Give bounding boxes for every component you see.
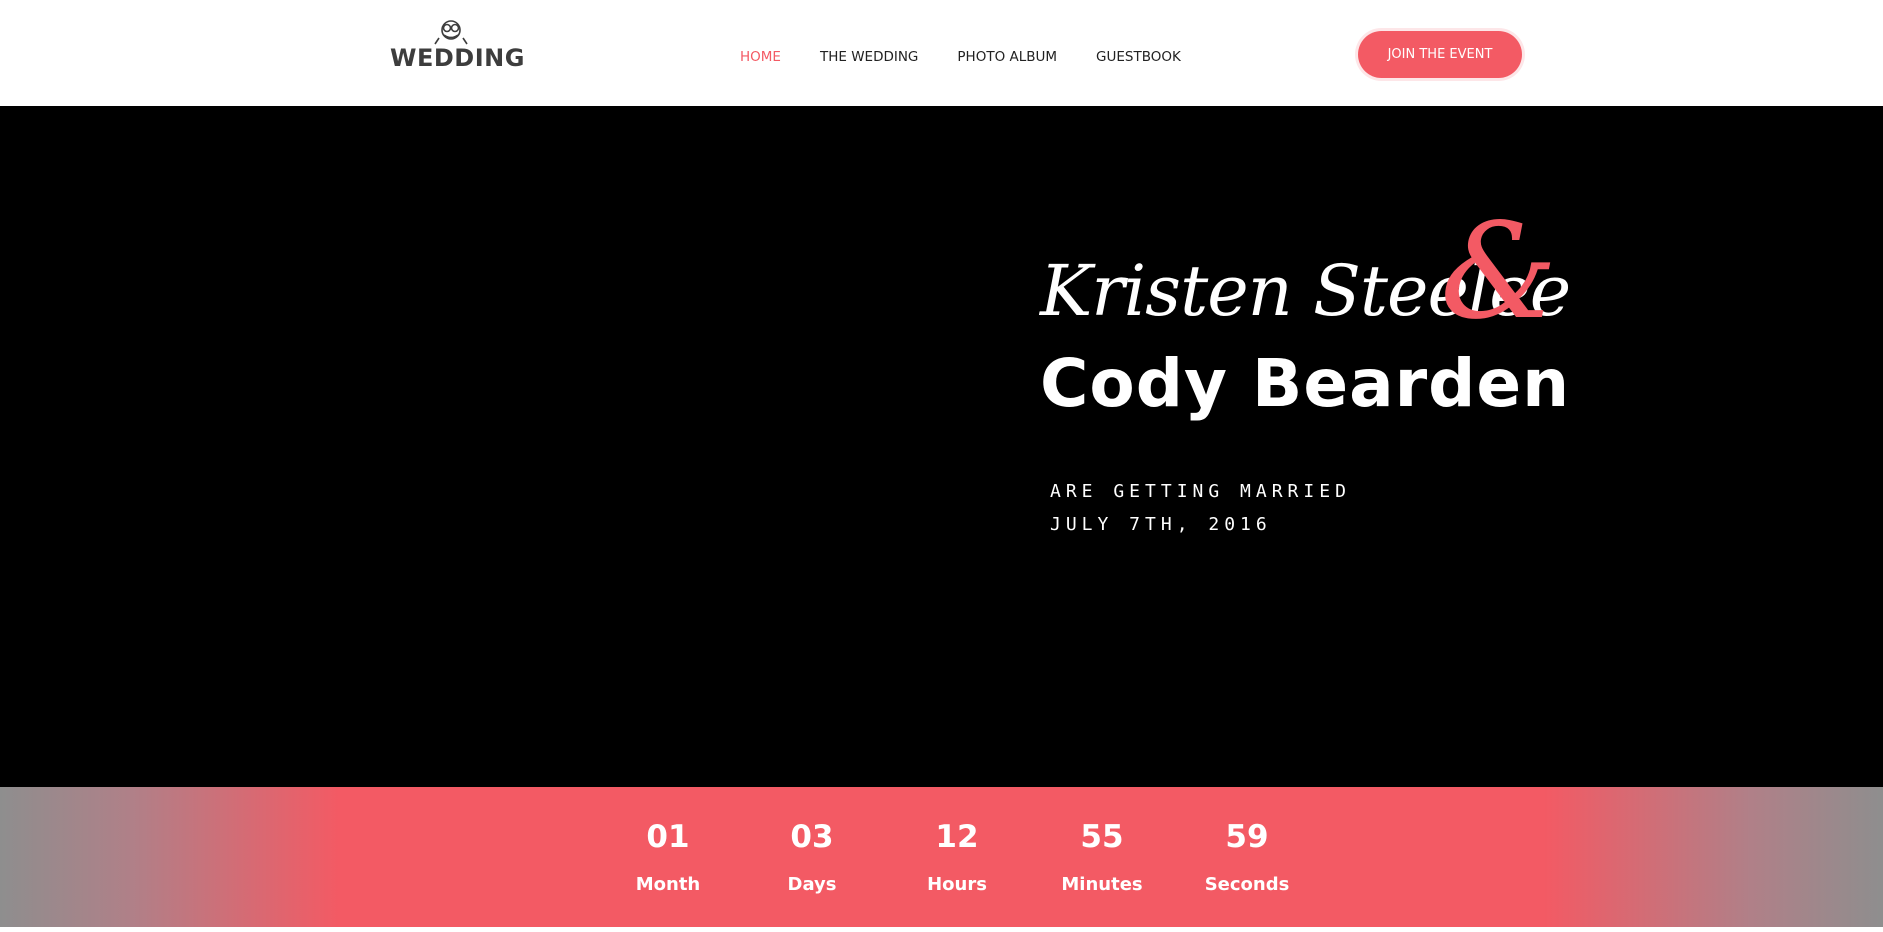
countdown-bar: 01 Month 03 Days 12 Hours 55 Minutes 59 … bbox=[0, 787, 1883, 927]
nav-item-guestbook[interactable]: GUESTBOOK bbox=[1096, 49, 1181, 65]
countdown-label: Month bbox=[635, 874, 701, 895]
main-nav: HOME THE WEDDING PHOTO ALBUM GUESTBOOK bbox=[740, 49, 1220, 65]
hero-section: Kristen Steelee & Cody Bearden ARE GETTI… bbox=[0, 106, 1883, 787]
countdown-value: 59 bbox=[1225, 819, 1269, 855]
countdown-label: Hours bbox=[927, 874, 987, 895]
countdown-value: 55 bbox=[1080, 819, 1124, 855]
countdown-value: 03 bbox=[790, 819, 834, 855]
join-event-button[interactable]: JOIN THE EVENT bbox=[1358, 31, 1522, 78]
nav-item-home[interactable]: HOME bbox=[740, 49, 781, 65]
nav-item-the-wedding[interactable]: THE WEDDING bbox=[820, 49, 918, 65]
flower-icon bbox=[434, 20, 468, 45]
countdown-label: Seconds bbox=[1204, 874, 1290, 895]
countdown-label: Days bbox=[787, 874, 837, 895]
tagline-block: ARE GETTING MARRIED JULY 7TH, 2016 bbox=[1050, 475, 1351, 541]
nav-item-photo-album[interactable]: PHOTO ALBUM bbox=[957, 49, 1057, 65]
page-bottom-edge bbox=[0, 927, 1883, 932]
site-logo[interactable]: WEDDING bbox=[390, 18, 525, 74]
tagline-text: ARE GETTING MARRIED bbox=[1050, 481, 1351, 502]
countdown-label: Minutes bbox=[1061, 874, 1143, 895]
logo-text: WEDDING bbox=[390, 44, 525, 72]
ampersand: & bbox=[1440, 195, 1558, 349]
groom-name: Cody Bearden bbox=[1040, 345, 1571, 422]
countdown-value: 12 bbox=[935, 819, 979, 855]
countdown-value: 01 bbox=[646, 819, 690, 855]
wedding-date: JULY 7TH, 2016 bbox=[1050, 514, 1272, 535]
site-header: WEDDING HOME THE WEDDING PHOTO ALBUM GUE… bbox=[0, 0, 1883, 106]
